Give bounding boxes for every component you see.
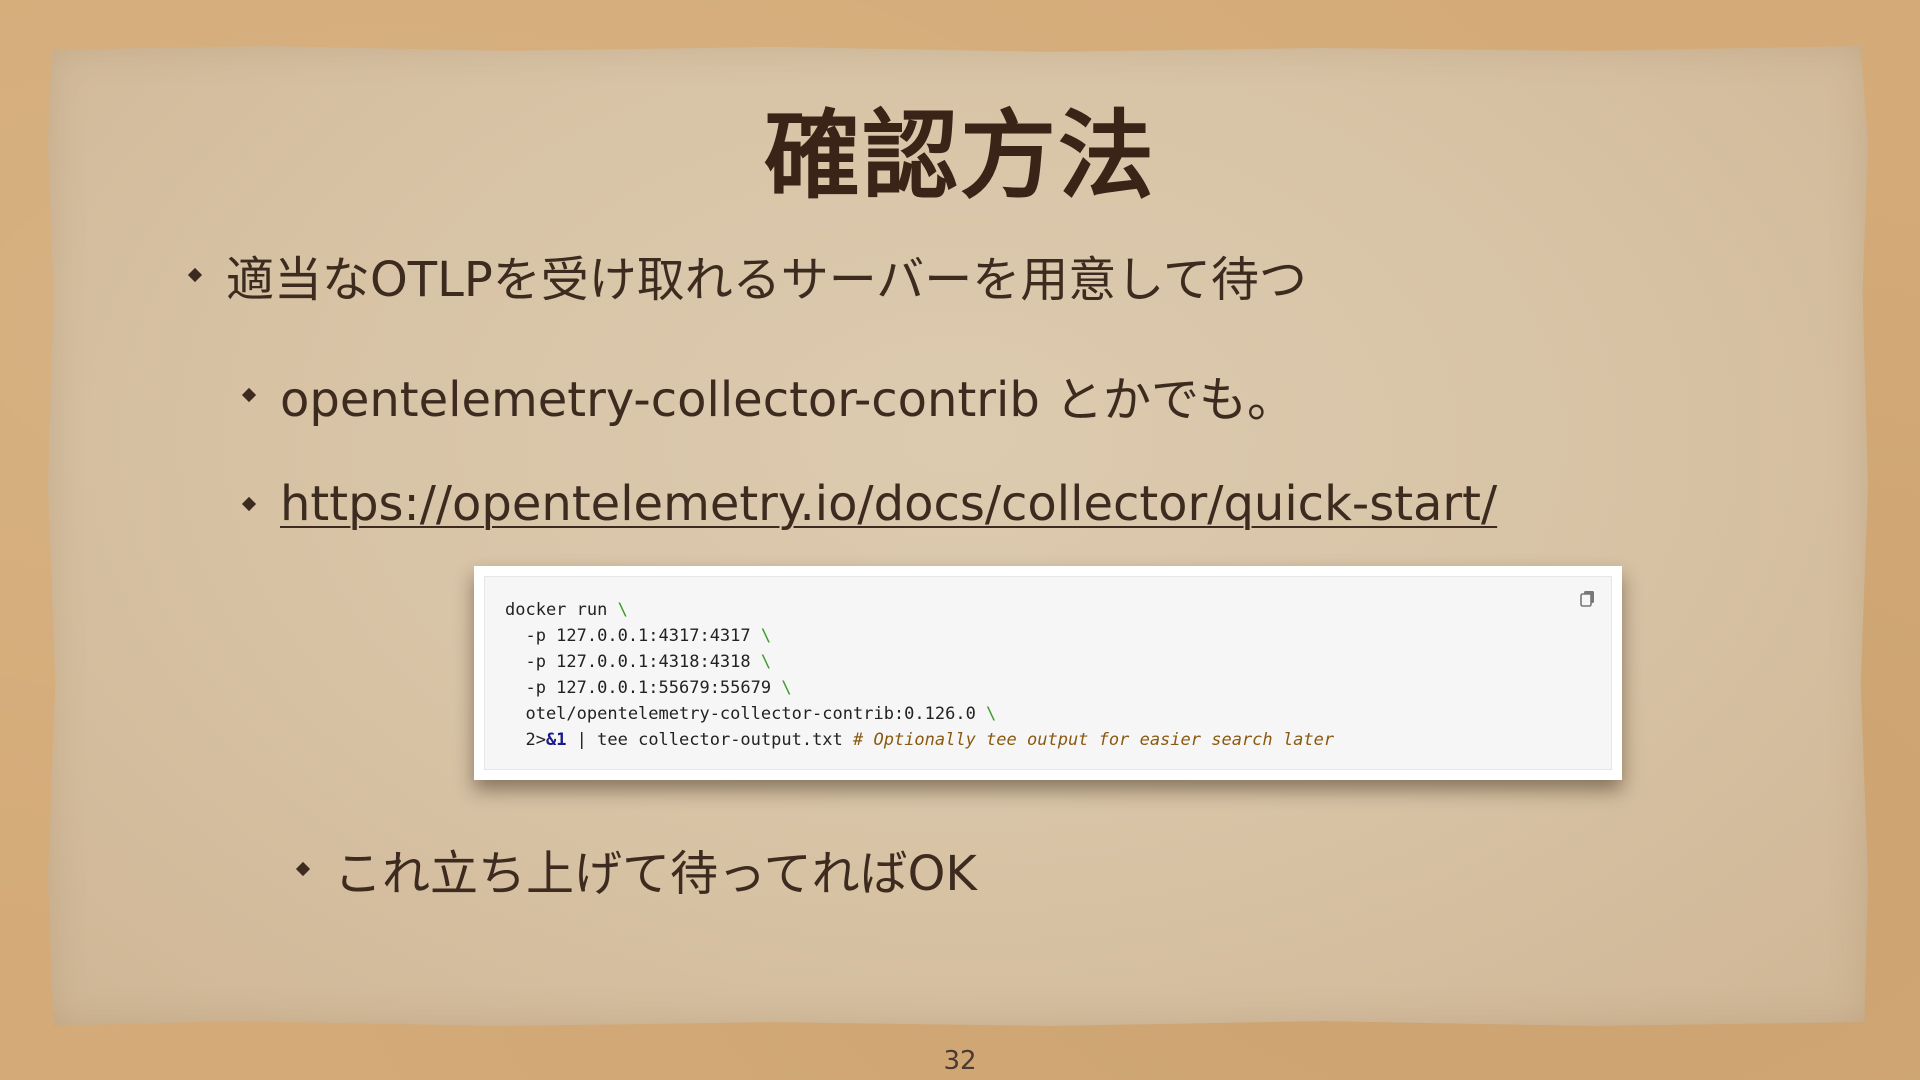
code-line-3: -p 127.0.0.1:4318:4318 \ <box>505 652 772 672</box>
code-line-2: -p 127.0.0.1:4317:4317 \ <box>505 626 772 646</box>
bullet-text: これ立ち上げて待ってればOK <box>334 846 977 902</box>
code-line-5: otel/opentelemetry-collector-contrib:0.1… <box>505 704 997 724</box>
bullet-item-2: opentelemetry-collector-contrib とかでも。 <box>241 360 1296 430</box>
code-line-1: docker run \ <box>505 600 628 620</box>
code-screenshot: docker run \ -p 127.0.0.1:4317:4317 \ -p… <box>474 566 1622 780</box>
bullet-text: 適当なOTLPを受け取れるサーバーを用意して待つ <box>226 252 1307 308</box>
page-number: 32 <box>943 1046 977 1076</box>
bullet-item-1: 適当なOTLPを受け取れるサーバーを用意して待つ <box>187 240 1307 310</box>
quick-start-link[interactable]: https://opentelemetry.io/docs/collector/… <box>280 476 1497 532</box>
bullet-marker <box>241 387 257 403</box>
bullet-item-4: これ立ち上げて待ってればOK <box>295 834 977 904</box>
code-line-4: -p 127.0.0.1:55679:55679 \ <box>505 678 792 698</box>
code-block: docker run \ -p 127.0.0.1:4317:4317 \ -p… <box>484 576 1612 770</box>
bullet-text: opentelemetry-collector-contrib とかでも。 <box>280 372 1296 428</box>
bullet-marker <box>241 496 257 512</box>
bullet-marker <box>295 861 311 877</box>
slide-title: 確認方法 <box>764 100 1156 212</box>
code-line-6: 2>&1 | tee collector-output.txt # Option… <box>505 730 1335 750</box>
copy-icon[interactable] <box>1579 589 1597 607</box>
bullet-marker <box>187 267 203 283</box>
bullet-item-3: https://opentelemetry.io/docs/collector/… <box>241 476 1497 532</box>
